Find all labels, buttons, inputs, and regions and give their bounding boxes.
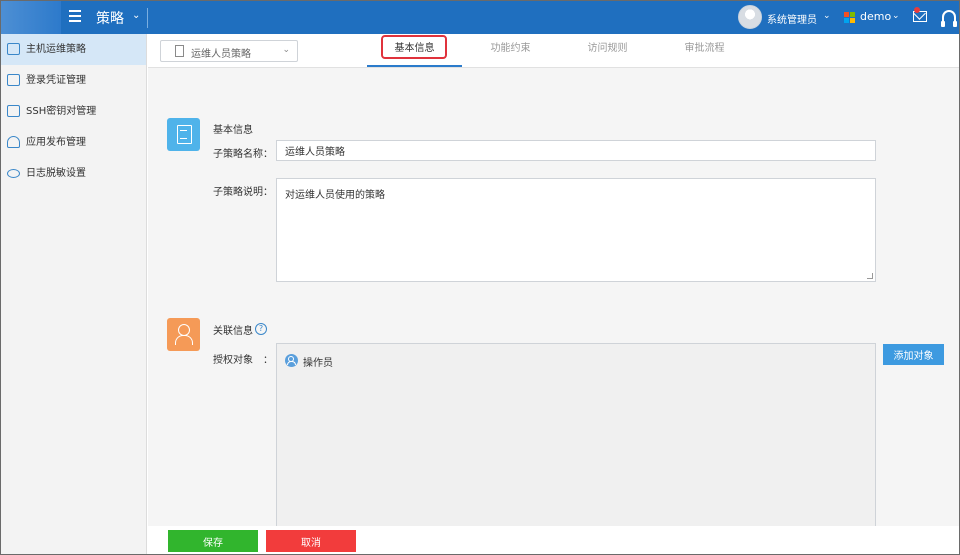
sidebar-item-label: 登录凭证管理 [26,75,86,86]
section-title-basic: 基本信息 [213,125,253,136]
sidebar-item-ssh-keys[interactable]: SSH密钥对管理 [1,96,146,127]
document-icon [167,118,200,151]
policy-select[interactable]: 运维人员策略 ⌄ [160,40,298,62]
app-window: 策略 ⌄ 系统管理员 ⌄ demo ⌄ 主机运维策略 登录凭证管理 SSH密钥对… [0,0,960,555]
chevron-down-icon[interactable]: ⌄ [132,10,140,21]
help-icon[interactable]: ? [255,323,267,335]
cloud-icon [7,136,20,148]
footer: 保存 取消 [148,526,959,554]
tenant-menu[interactable]: demo [860,10,891,23]
user-icon [167,318,200,351]
auth-object-item[interactable]: 操作员 [303,354,333,369]
policy-name-input[interactable] [276,140,876,161]
ms-logo-icon [844,12,855,23]
policy-desc-textarea[interactable]: 对运维人员使用的策略 [276,178,876,282]
save-button[interactable]: 保存 [168,530,258,552]
main-content: 运维人员策略 ⌄ 基本信息 功能约束 访问规则 审批流程 基本信息 子策略名称：… [148,34,959,554]
sidebar-item-host-ops-policy[interactable]: 主机运维策略 [1,34,146,65]
monitor-icon [7,43,20,55]
tab-highlight-box [381,35,447,59]
document-icon [175,45,184,57]
section-title-related: 关联信息 [213,326,253,337]
chevron-down-icon[interactable]: ⌄ [892,11,900,21]
auth-object-box[interactable]: 操作员 [276,343,876,549]
sidebar: 主机运维策略 登录凭证管理 SSH密钥对管理 应用发布管理 日志脱敏设置 [1,34,147,554]
sidebar-item-label: SSH密钥对管理 [26,106,97,117]
sidebar-item-log-masking[interactable]: 日志脱敏设置 [1,158,146,189]
tab-approval-flow[interactable]: 审批流程 [656,34,753,67]
user-group-icon [285,354,298,367]
headset-icon[interactable] [941,10,957,27]
sidebar-item-credentials[interactable]: 登录凭证管理 [1,65,146,96]
chevron-down-icon[interactable]: ⌄ [823,11,831,21]
eye-icon [7,169,20,178]
tab-access-rules[interactable]: 访问规则 [559,34,656,67]
auth-label: 授权对象 [213,355,253,366]
auth-colon: ： [263,355,273,366]
name-label: 子策略名称： [213,149,273,160]
sidebar-item-label: 日志脱敏设置 [26,168,86,179]
key-icon [7,105,20,117]
notification-dot [914,7,920,13]
policy-select-value: 运维人员策略 [191,49,251,60]
sidebar-item-app-publish[interactable]: 应用发布管理 [1,127,146,158]
avatar[interactable] [738,5,762,29]
credential-icon [7,74,20,86]
tab-function-constraints[interactable]: 功能约束 [462,34,559,67]
cancel-button[interactable]: 取消 [266,530,356,552]
desc-label: 子策略说明： [213,187,273,198]
sidebar-item-label: 应用发布管理 [26,137,86,148]
divider [147,8,148,28]
add-object-button[interactable]: 添加对象 [883,344,944,365]
top-bar: 策略 ⌄ 系统管理员 ⌄ demo ⌄ [1,1,959,34]
form-area: 基本信息 子策略名称： 子策略说明： 对运维人员使用的策略 关联信息 ? 授权对… [148,67,959,549]
resize-handle[interactable] [867,273,873,279]
menu-icon[interactable] [69,10,81,24]
chevron-down-icon: ⌄ [282,45,290,55]
sidebar-item-label: 主机运维策略 [26,44,86,55]
logo [1,1,61,34]
module-title[interactable]: 策略 [96,8,124,28]
user-menu[interactable]: 系统管理员 [767,11,817,26]
